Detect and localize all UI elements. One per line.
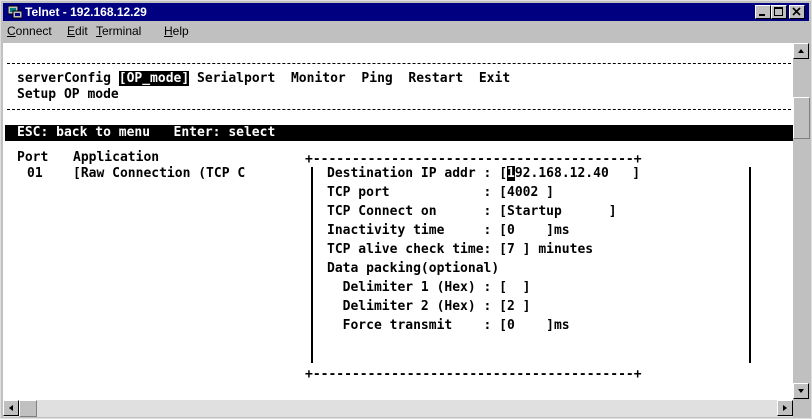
tcp-alive-check-row[interactable]: TCP alive check time: [7 ] minutes (327, 242, 593, 258)
menu-op-mode-selected[interactable]: [OP_mode] (118, 71, 190, 86)
dialog-right-border (749, 167, 751, 363)
maximize-icon (774, 7, 783, 16)
menu-edit[interactable]: Edit (67, 24, 88, 38)
scroll-down-button[interactable] (793, 383, 809, 399)
delimiter-1-row[interactable]: Delimiter 1 (Hex) : [ ] (327, 280, 531, 296)
scroll-up-button[interactable] (793, 43, 809, 59)
destination-ip-row[interactable]: Destination IP addr : [192.168.12.40 ] (327, 166, 640, 182)
mid-divider (7, 109, 791, 110)
delimiter-2-row[interactable]: Delimiter 2 (Hex) : [2 ] (327, 299, 531, 315)
port-number[interactable]: 01 (27, 166, 43, 182)
arrow-left-icon (9, 405, 13, 411)
menu-connect[interactable]: Connect (7, 24, 52, 38)
menu-serverconfig[interactable]: serverConfig (17, 71, 111, 86)
horizontal-scrollbar[interactable] (3, 400, 793, 417)
maximize-button[interactable] (771, 5, 787, 19)
menu-monitor[interactable]: Monitor (291, 71, 346, 86)
tcp-connect-on-row[interactable]: TCP Connect on : [Startup ] (327, 204, 617, 220)
menu-serialport[interactable]: Serialport (197, 71, 275, 86)
menu-restart[interactable]: Restart (408, 71, 463, 86)
top-divider (7, 63, 791, 64)
page-subtitle: Setup OP mode (17, 87, 119, 102)
vertical-scrollbar[interactable] (793, 43, 810, 400)
arrow-down-icon (798, 389, 804, 393)
scroll-right-button[interactable] (777, 400, 793, 416)
menu-edit-accel: E (67, 24, 76, 38)
destination-ip-bracket: [ (499, 166, 508, 181)
close-icon (792, 7, 801, 16)
menu-ping[interactable]: Ping (361, 71, 392, 86)
menu-connect-accel: C (7, 24, 16, 38)
menu-exit[interactable]: Exit (479, 71, 510, 86)
top-menu-line: serverConfig [OP_mode] Serialport Monito… (17, 71, 510, 87)
menu-bar: Connect Edit Terminal Help (3, 21, 809, 41)
destination-ip-value[interactable]: 92.168.12.40 ] (515, 166, 640, 181)
arrow-right-icon (783, 405, 787, 411)
dialog-bottom-border: +---------------------------------------… (305, 367, 642, 382)
menu-terminal[interactable]: Terminal (96, 24, 141, 38)
horizontal-scroll-thumb[interactable] (19, 400, 37, 417)
header-port: Port (17, 150, 49, 165)
minimize-button[interactable] (755, 5, 771, 19)
force-transmit-row[interactable]: Force transmit : [0 ]ms (327, 318, 570, 334)
menu-help[interactable]: Help (164, 24, 189, 38)
menu-terminal-label: erminal (102, 24, 142, 38)
terminal-screen[interactable]: serverConfig [OP_mode] Serialport Monito… (3, 43, 793, 400)
text-cursor[interactable]: 1 (507, 166, 515, 181)
tcp-port-row[interactable]: TCP port : [4002 ] (327, 185, 554, 201)
inactivity-time-row[interactable]: Inactivity time : [0 ]ms (327, 223, 570, 239)
title-bar[interactable]: Telnet - 192.168.12.29 (3, 3, 809, 21)
menu-help-label: elp (172, 24, 189, 38)
menu-edit-label: dit (75, 24, 88, 38)
menu-connect-label: onnect (15, 24, 52, 38)
destination-ip-label: Destination IP addr : (327, 166, 492, 181)
telnet-app-icon (8, 5, 22, 19)
data-packing-label: Data packing(optional) (327, 261, 500, 276)
vertical-scroll-thumb[interactable] (793, 97, 810, 139)
telnet-window: Telnet - 192.168.12.29 Connect Edit Term… (0, 0, 812, 419)
application-value[interactable]: [Raw Connection (TCP C (73, 166, 245, 182)
header-application: Application (73, 150, 160, 165)
scroll-left-button[interactable] (3, 400, 19, 416)
window-title: Telnet - 192.168.12.29 (25, 5, 147, 19)
close-button[interactable] (789, 5, 805, 19)
dialog-left-border (311, 167, 313, 363)
menu-help-accel: H (164, 24, 173, 38)
status-bar: ESC: back to menu Enter: select (5, 125, 793, 141)
minimize-icon (759, 14, 765, 16)
arrow-up-icon (798, 49, 804, 53)
